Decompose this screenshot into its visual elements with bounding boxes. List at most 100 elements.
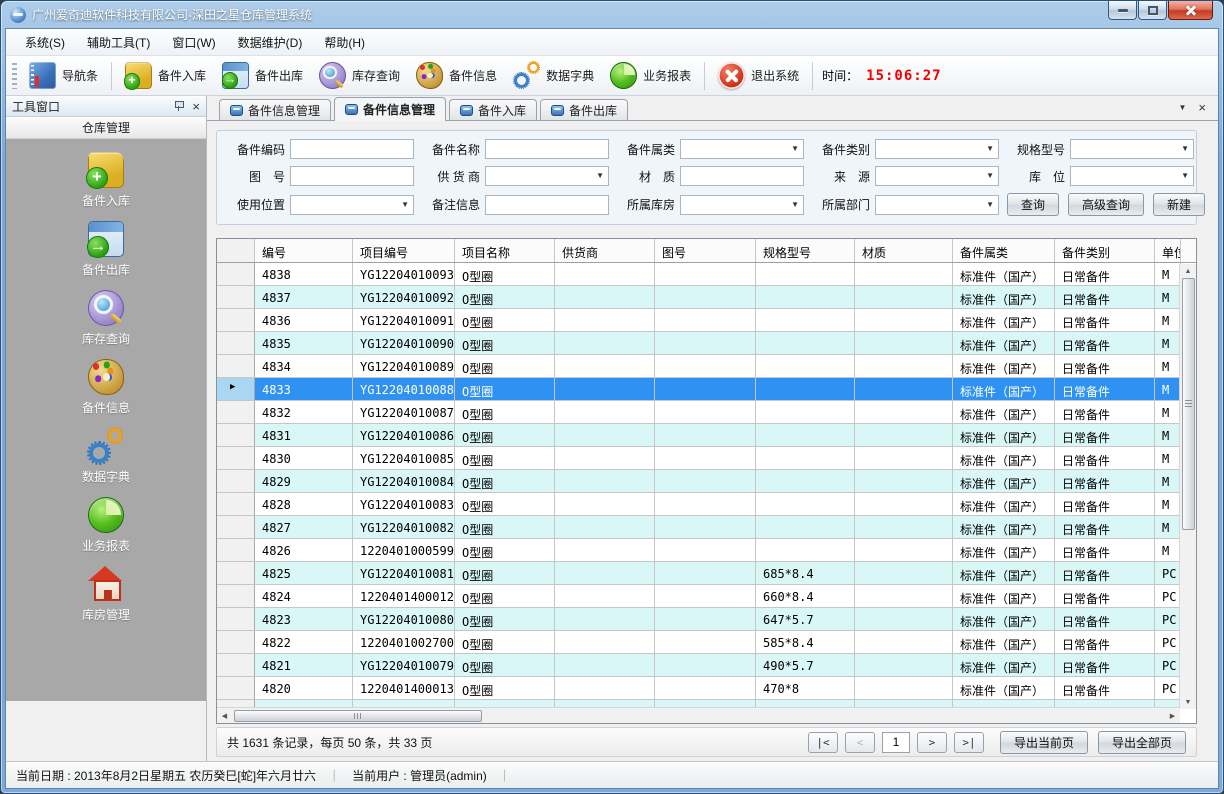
report-button[interactable]: 业务报表 — [602, 59, 699, 92]
supplier-combo[interactable]: ▼ — [485, 166, 609, 186]
row-selector[interactable] — [217, 493, 255, 515]
horizontal-scrollbar[interactable]: ◀ ▶ — [217, 707, 1180, 723]
sidebar-item-report[interactable]: 业务报表 — [82, 497, 130, 554]
row-selector[interactable] — [217, 263, 255, 285]
column-header-col-spec-model[interactable]: 规格型号 — [756, 239, 855, 262]
last-page-button[interactable]: >| — [954, 732, 984, 753]
next-page-button[interactable]: > — [917, 732, 947, 753]
row-selector[interactable] — [217, 539, 255, 561]
table-row[interactable]: 48201220401400013O型圈470*8标准件（国产）日常备件PC — [217, 677, 1196, 700]
column-header-col-unit[interactable]: 单位 — [1155, 239, 1181, 262]
scroll-up-icon[interactable]: ▲ — [1181, 264, 1196, 278]
scroll-down-icon[interactable]: ▼ — [1181, 695, 1196, 709]
outbound-button[interactable]: 备件出库 — [214, 59, 311, 92]
source-combo[interactable]: ▼ — [875, 166, 999, 186]
sidebar-item-data-dict[interactable]: 数据字典 — [82, 428, 130, 485]
page-number-input[interactable] — [882, 732, 910, 753]
row-selector[interactable] — [217, 677, 255, 699]
sidebar-item-warehouse-mgmt[interactable]: 库房管理 — [82, 566, 130, 623]
minimize-button[interactable] — [1108, 1, 1137, 20]
location-combo[interactable]: ▼ — [1070, 166, 1194, 186]
column-header-col-supplier[interactable]: 供货商 — [555, 239, 655, 262]
navbar-button[interactable]: 导航条 — [21, 59, 106, 92]
row-selector[interactable] — [217, 355, 255, 377]
horizontal-scrollbar-thumb[interactable] — [234, 710, 482, 722]
menu-item[interactable]: 数据维护(D) — [227, 30, 314, 55]
column-header-col-part-class[interactable]: 备件属类 — [953, 239, 1055, 262]
vertical-scrollbar-thumb[interactable] — [1182, 278, 1195, 530]
new-button[interactable]: 新建 — [1153, 193, 1205, 216]
tab-item[interactable]: 备件入库 — [449, 99, 537, 120]
maximize-button[interactable] — [1138, 1, 1167, 20]
table-row[interactable]: 4829YG12204010084O型圈标准件（国产）日常备件M — [217, 470, 1196, 493]
row-selector[interactable] — [217, 631, 255, 653]
table-row[interactable]: 48241220401400012O型圈660*8.4标准件（国产）日常备件PC — [217, 585, 1196, 608]
row-selector[interactable]: ▶ — [217, 378, 255, 400]
close-button[interactable] — [1168, 1, 1213, 20]
tab-close-icon[interactable]: × — [1198, 101, 1206, 114]
vertical-scrollbar[interactable]: ▲ ▼ — [1179, 264, 1196, 709]
toolbar-grip[interactable] — [12, 63, 17, 89]
row-selector[interactable] — [217, 654, 255, 676]
tab-active[interactable]: 备件信息管理 — [334, 97, 446, 121]
row-selector[interactable] — [217, 309, 255, 331]
table-row[interactable]: 4835YG12204010090O型圈标准件（国产）日常备件M — [217, 332, 1196, 355]
table-row[interactable]: 4825YG12204010081O型圈685*8.4标准件（国产）日常备件PC — [217, 562, 1196, 585]
data-dict-button[interactable]: 数据字典 — [505, 59, 602, 92]
table-row[interactable]: 4832YG12204010087O型圈标准件（国产）日常备件M — [217, 401, 1196, 424]
query-button[interactable]: 查询 — [1007, 193, 1059, 216]
menu-item[interactable]: 系统(S) — [14, 30, 76, 55]
table-row[interactable]: 48221220401002700O型圈585*8.4标准件（国产）日常备件PC — [217, 631, 1196, 654]
part-info-button[interactable]: 备件信息 — [408, 59, 505, 92]
menu-item[interactable]: 辅助工具(T) — [76, 30, 161, 55]
sidebar-item-inbound[interactable]: 备件入库 — [82, 152, 130, 209]
table-row[interactable]: 4830YG12204010085O型圈标准件（国产）日常备件M — [217, 447, 1196, 470]
table-row[interactable]: 4827YG12204010082O型圈标准件（国产）日常备件M — [217, 516, 1196, 539]
table-row[interactable]: 4838YG12204010093O型圈标准件（国产）日常备件M — [217, 263, 1196, 286]
scroll-left-icon[interactable]: ◀ — [217, 709, 232, 723]
scroll-right-icon[interactable]: ▶ — [1165, 709, 1180, 723]
warehouse-combo[interactable]: ▼ — [680, 195, 804, 215]
use-position-combo[interactable]: ▼ — [290, 195, 414, 215]
row-selector[interactable] — [217, 332, 255, 354]
advanced-query-button[interactable]: 高级查询 — [1068, 193, 1144, 216]
row-selector[interactable] — [217, 470, 255, 492]
material-input[interactable] — [680, 166, 804, 186]
column-header-col-project-no[interactable]: 项目编号 — [353, 239, 455, 262]
stock-query-button[interactable]: 库存查询 — [311, 59, 408, 92]
row-selector[interactable] — [217, 424, 255, 446]
sidebar-item-outbound[interactable]: 备件出库 — [82, 221, 130, 278]
column-header-col-part-type[interactable]: 备件类别 — [1055, 239, 1155, 262]
first-page-button[interactable]: |< — [808, 732, 838, 753]
table-row[interactable]: 4828YG12204010083O型圈标准件（国产）日常备件M — [217, 493, 1196, 516]
spec-model-combo[interactable]: ▼ — [1070, 139, 1194, 159]
inbound-button[interactable]: 备件入库 — [117, 59, 214, 92]
export-current-page-button[interactable]: 导出当前页 — [1000, 731, 1088, 754]
sidebar-item-part-info[interactable]: 备件信息 — [82, 359, 130, 416]
table-row[interactable]: ▶4833YG12204010088O型圈标准件（国产）日常备件M — [217, 378, 1196, 401]
table-row[interactable]: 4823YG12204010080O型圈647*5.7标准件（国产）日常备件PC — [217, 608, 1196, 631]
tool-window-close-icon[interactable]: × — [192, 100, 200, 113]
tab-item[interactable]: 备件出库 — [540, 99, 628, 120]
sidebar-item-stock-query[interactable]: 库存查询 — [82, 290, 130, 347]
remark-input[interactable] — [485, 195, 609, 215]
export-all-pages-button[interactable]: 导出全部页 — [1098, 731, 1186, 754]
table-row[interactable]: 4821YG12204010079O型圈490*5.7标准件（国产）日常备件PC — [217, 654, 1196, 677]
column-header-col-material[interactable]: 材质 — [855, 239, 953, 262]
chevron-down-icon[interactable]: ▼ — [1178, 104, 1186, 112]
table-row[interactable]: 4837YG12204010092O型圈标准件（国产）日常备件M — [217, 286, 1196, 309]
row-selector[interactable] — [217, 286, 255, 308]
row-selector[interactable] — [217, 516, 255, 538]
table-row[interactable]: 48261220401000599O型圈标准件（国产）日常备件M — [217, 539, 1196, 562]
table-row[interactable]: 4836YG12204010091O型圈标准件（国产）日常备件M — [217, 309, 1196, 332]
exit-button[interactable]: 退出系统 — [710, 59, 807, 92]
menu-item[interactable]: 帮助(H) — [313, 30, 376, 55]
tab-item[interactable]: 备件信息管理 — [219, 99, 331, 120]
row-selector[interactable] — [217, 447, 255, 469]
drawing-no-input[interactable] — [290, 166, 414, 186]
column-header-col-drawing-no[interactable]: 图号 — [655, 239, 756, 262]
table-row[interactable]: 4831YG12204010086O型圈标准件（国产）日常备件M — [217, 424, 1196, 447]
part-type-combo[interactable]: ▼ — [875, 139, 999, 159]
part-name-input[interactable] — [485, 139, 609, 159]
column-header-col-project-name[interactable]: 项目名称 — [455, 239, 555, 262]
